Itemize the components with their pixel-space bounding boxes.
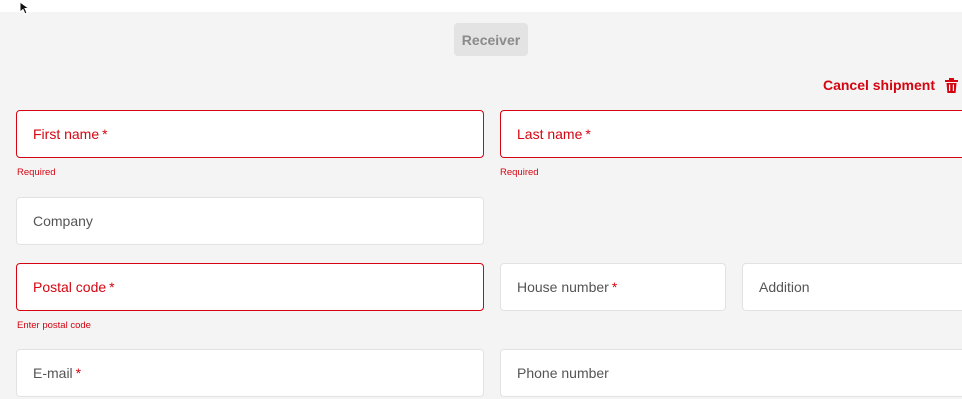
house-number-label: House number <box>517 279 609 295</box>
first-name-field[interactable]: First name * <box>16 110 484 158</box>
postal-code-field[interactable]: Postal code * <box>16 263 484 311</box>
last-name-label: Last name <box>517 126 583 142</box>
mouse-pointer-icon <box>19 1 31 15</box>
last-name-field[interactable]: Last name * <box>500 110 962 158</box>
required-marker: * <box>75 365 82 381</box>
addition-field[interactable]: Addition <box>742 263 962 311</box>
house-number-field[interactable]: House number * <box>500 263 726 311</box>
required-marker: * <box>585 126 591 142</box>
company-field[interactable]: Company <box>16 197 484 245</box>
phone-number-label: Phone number <box>517 365 609 381</box>
phone-number-field[interactable]: Phone number <box>500 349 962 397</box>
required-marker: * <box>611 279 618 295</box>
postal-code-error: Enter postal code <box>17 320 91 331</box>
company-label: Company <box>33 213 93 229</box>
postal-code-label: Postal code <box>33 279 107 295</box>
first-name-label: First name <box>33 126 100 142</box>
required-marker: * <box>109 279 115 295</box>
trash-icon <box>945 77 958 93</box>
first-name-error: Required <box>17 167 56 178</box>
cancel-shipment-label: Cancel shipment <box>822 77 935 93</box>
required-marker: * <box>102 126 108 142</box>
cancel-shipment-button[interactable]: Cancel shipment <box>823 74 962 96</box>
email-label: E-mail <box>33 365 73 381</box>
addition-label: Addition <box>759 279 810 295</box>
receiver-section-badge: Receiver <box>454 23 528 56</box>
email-field[interactable]: E-mail * <box>16 349 484 397</box>
last-name-error: Required <box>500 167 539 178</box>
